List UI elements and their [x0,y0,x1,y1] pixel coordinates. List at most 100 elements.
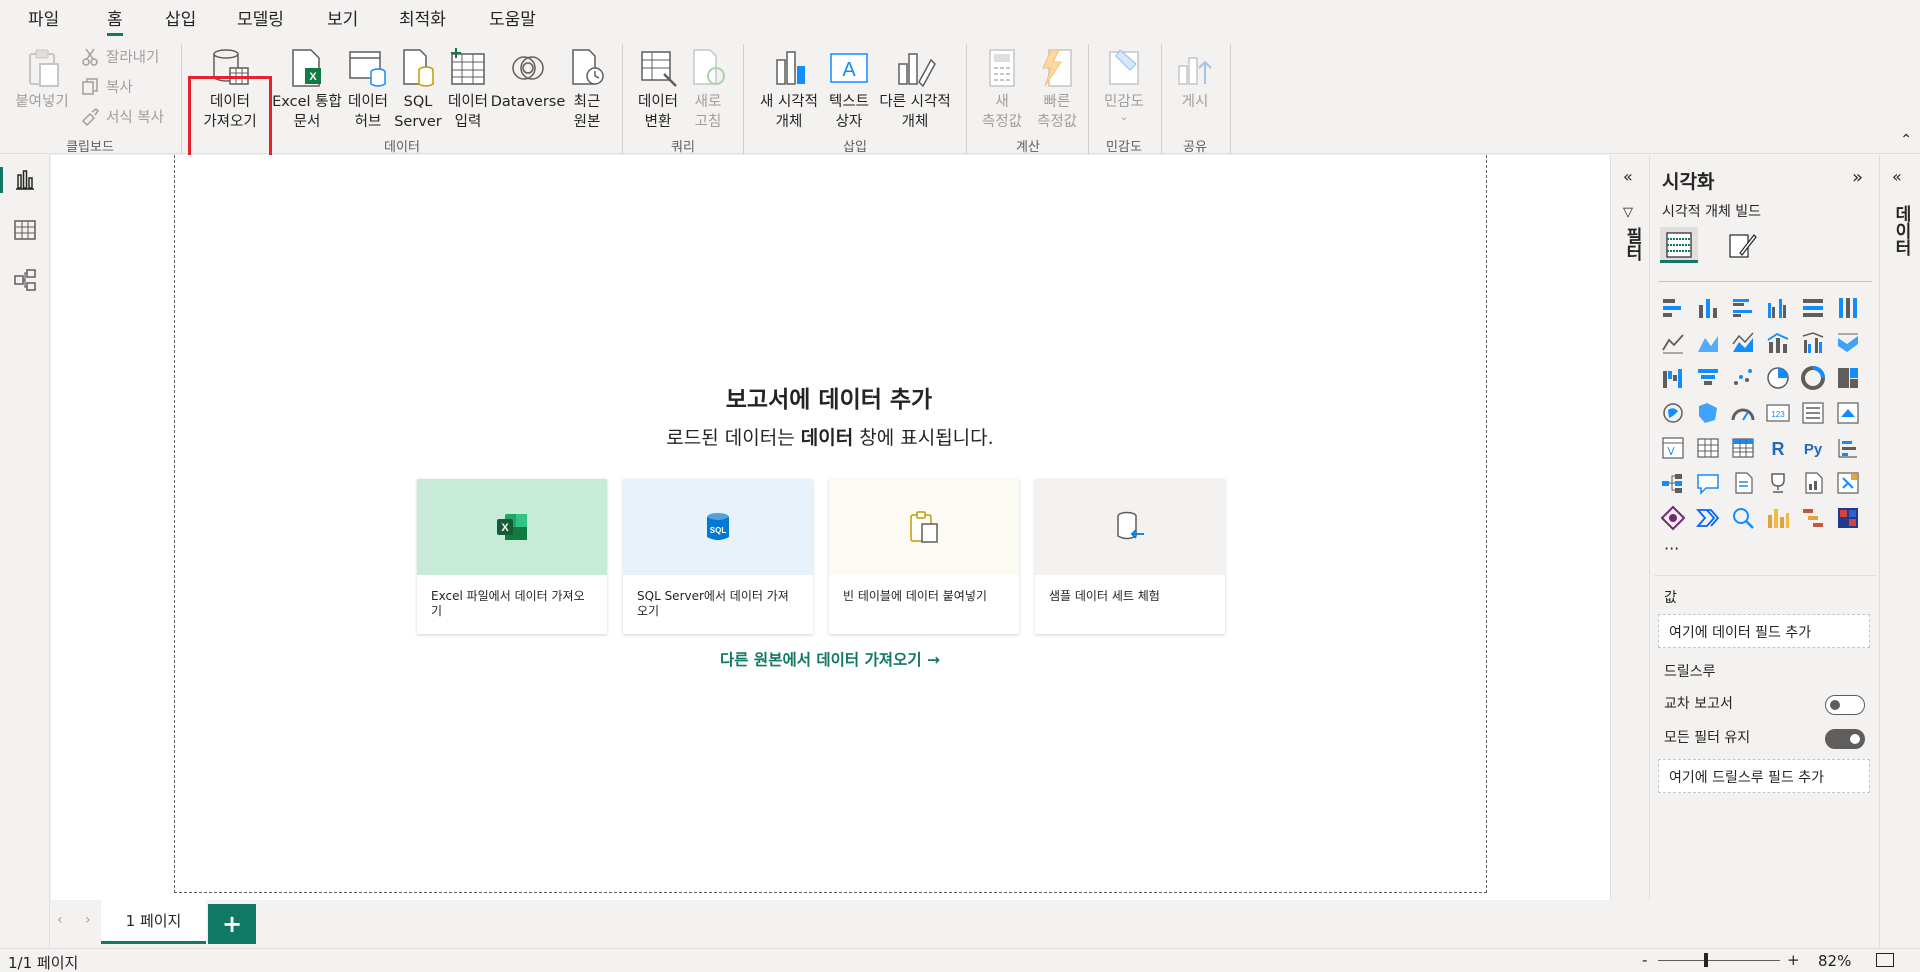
refresh-button[interactable]: 새로 고침 [686,46,730,132]
sql-server-button[interactable]: SQL Server [394,46,442,132]
copy-button[interactable]: 복사 [80,76,133,97]
more-visuals-ellipsis[interactable]: ··· [1664,539,1679,558]
card-icon[interactable]: 123 [1765,400,1791,426]
expand-filters-icon[interactable]: « [1623,167,1633,186]
zoom-in-button[interactable]: + [1787,951,1800,969]
format-painter-button[interactable]: 서식 복사 [80,106,164,127]
treemap-icon[interactable] [1835,365,1861,391]
cross-report-toggle[interactable] [1825,695,1865,715]
gantt-icon[interactable] [1800,505,1826,531]
table-icon[interactable] [1695,435,1721,461]
sensitivity-button[interactable]: 민감도 ⌄ [1097,46,1151,124]
page-count: 1/1 페이지 [8,954,79,972]
filled-map-icon[interactable] [1695,400,1721,426]
add-page-button[interactable]: + [208,904,256,944]
prev-page-icon[interactable]: ‹ [57,912,63,928]
text-box-button[interactable]: A 텍스트 상자 [826,46,872,132]
menu-help[interactable]: 도움말 [489,5,536,30]
scatter-icon[interactable] [1730,365,1756,391]
more-visuals-button[interactable]: 다른 시각적 개체 [872,46,958,132]
line-column-icon[interactable] [1765,330,1791,356]
data-pane[interactable]: « 데이터 [1880,155,1920,948]
table-view-icon[interactable] [12,217,38,243]
zoom-slider[interactable] [1658,960,1780,961]
power-apps-icon[interactable] [1660,505,1686,531]
menu-optimize[interactable]: 최적화 [399,5,446,30]
power-automate-icon[interactable] [1835,470,1861,496]
paste-data-card[interactable]: 빈 테이블에 데이터 붙여넣기 [829,479,1019,634]
dataverse-button[interactable]: Dataverse [491,46,565,112]
matrix-icon[interactable] [1730,435,1756,461]
gauge-icon[interactable] [1730,400,1756,426]
funnel-icon[interactable] [1695,365,1721,391]
menu-modeling[interactable]: 모델링 [237,5,284,30]
stacked-column-icon[interactable] [1695,295,1721,321]
menu-home[interactable]: 홈 [107,5,123,36]
azure-map-icon[interactable] [1730,505,1756,531]
transform-data-button[interactable]: 데이터 변환 [630,46,686,132]
area-chart-icon[interactable] [1695,330,1721,356]
pie-chart-icon[interactable] [1765,365,1791,391]
line-chart-icon[interactable] [1660,330,1686,356]
menu-file[interactable]: 파일 [28,5,59,30]
menu-view[interactable]: 보기 [327,5,358,30]
next-page-icon[interactable]: › [85,912,91,928]
metrics-icon[interactable] [1765,470,1791,496]
donut-chart-icon[interactable] [1800,365,1826,391]
paginated-report-icon[interactable] [1800,470,1826,496]
python-visual-icon[interactable]: Py [1800,435,1826,461]
smart-narrative-icon[interactable] [1730,470,1756,496]
bar-custom-icon[interactable] [1765,505,1791,531]
collapse-ribbon-icon[interactable]: ⌃ [1900,132,1912,148]
zoom-out-button[interactable]: - [1642,951,1647,969]
heatmap-icon[interactable] [1835,505,1861,531]
keep-filters-toggle[interactable] [1825,729,1865,749]
format-visual-tab[interactable] [1726,229,1764,265]
waterfall-icon[interactable] [1660,365,1686,391]
enter-data-button[interactable]: 데이터 입력 [443,46,493,132]
stacked-bar-icon[interactable] [1660,295,1686,321]
stacked-area-icon[interactable] [1730,330,1756,356]
qa-icon[interactable] [1695,470,1721,496]
sample-data-card[interactable]: 샘플 데이터 세트 체험 [1035,479,1225,634]
report-view-icon[interactable] [12,167,38,193]
key-influencers-icon[interactable] [1835,435,1861,461]
power-automate-flow-icon[interactable] [1695,505,1721,531]
clustered-column-icon[interactable] [1765,295,1791,321]
build-visual-tab[interactable] [1660,227,1698,263]
ribbon-chart-icon[interactable] [1835,330,1861,356]
fit-to-page-icon[interactable] [1876,953,1894,967]
menu-insert[interactable]: 삽입 [165,5,196,30]
zoom-slider-thumb[interactable] [1704,953,1708,967]
page-tab-1[interactable]: 1 페이지 [101,900,206,944]
line-clustered-icon[interactable] [1800,330,1826,356]
drillthrough-field-well[interactable]: 여기에 드릴스루 필드 추가 [1658,759,1870,793]
excel-import-card[interactable]: X Excel 파일에서 데이터 가져오기 [417,479,607,634]
100-column-icon[interactable] [1835,295,1861,321]
clustered-bar-icon[interactable] [1730,295,1756,321]
quick-measure-button[interactable]: 빠른 측정값 [1030,46,1084,132]
cut-button[interactable]: 잘라내기 [80,46,159,67]
subtitle-text: 창에 표시됩니다. [853,427,994,449]
100-bar-icon[interactable] [1800,295,1826,321]
new-visual-button[interactable]: 새 시각적 개체 [752,46,826,132]
model-view-icon[interactable] [12,267,38,293]
values-field-well[interactable]: 여기에 데이터 필드 추가 [1658,614,1870,648]
r-visual-icon[interactable]: R [1765,435,1791,461]
paste-button[interactable]: 붙여넣기 [10,46,74,112]
recent-sources-button[interactable]: 최근 원본 [563,46,611,132]
publish-button[interactable]: 게시 [1168,46,1222,112]
sql-import-card[interactable]: SQL SQL Server에서 데이터 가져오기 [623,479,813,634]
map-icon[interactable] [1660,400,1686,426]
slicer-icon[interactable] [1660,435,1686,461]
data-hub-button[interactable]: 데이터 허브 [343,46,393,132]
excel-workbook-button[interactable]: X Excel 통합 문서 [272,46,342,132]
filters-pane[interactable]: « ▽ 필터 [1610,155,1650,900]
expand-data-icon[interactable]: « [1892,167,1902,186]
multi-row-card-icon[interactable] [1800,400,1826,426]
decomposition-tree-icon[interactable] [1660,470,1686,496]
other-sources-link[interactable]: 다른 원본에서 데이터 가져오기 → [705,648,955,670]
kpi-icon[interactable] [1835,400,1861,426]
new-measure-button[interactable]: 새 측정값 [975,46,1029,132]
collapse-visualizations-icon[interactable]: » [1852,167,1863,188]
